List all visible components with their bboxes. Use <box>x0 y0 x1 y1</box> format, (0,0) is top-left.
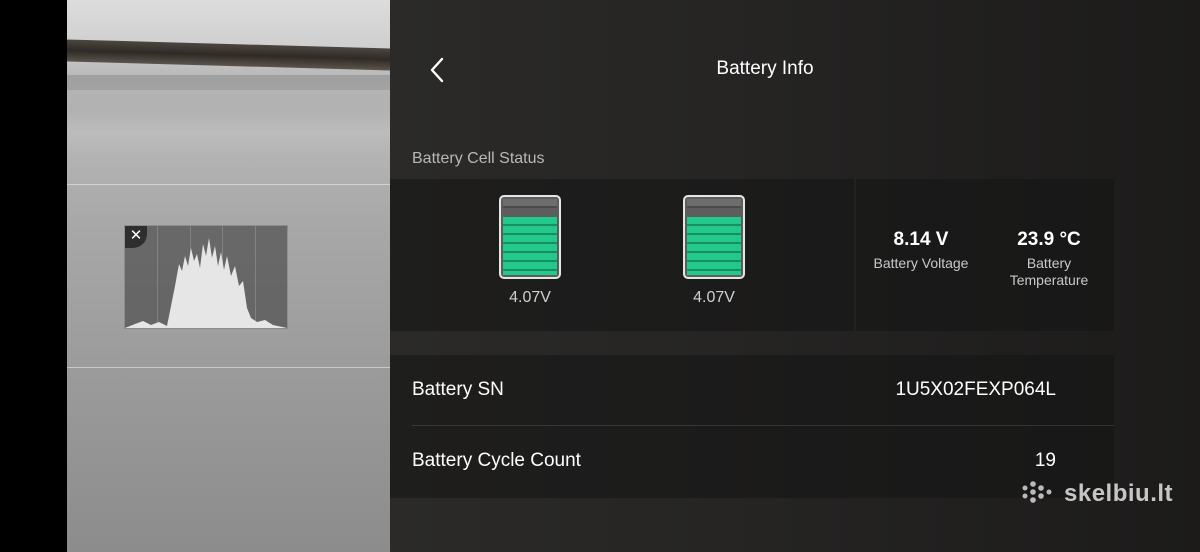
battery-stats-card: 8.14 V Battery Voltage 23.9 °C Battery T… <box>856 179 1114 331</box>
camera-floor <box>67 90 390 160</box>
histogram-widget[interactable]: ✕ <box>124 225 288 329</box>
camera-preview: ✕ <box>67 0 390 552</box>
cell-status-card: 4.07V 4.07V <box>390 179 854 331</box>
voltage-label: Battery Voltage <box>873 255 969 271</box>
watermark-logo-icon <box>1022 481 1052 503</box>
grid-line-bottom <box>67 367 390 368</box>
grid-line-top <box>67 184 390 185</box>
battery-sn-value: 1U5X02FEXP064L <box>895 379 1056 400</box>
battery-cell-icon <box>499 195 561 279</box>
battery-sn-label: Battery SN <box>412 379 504 400</box>
battery-cell-2: 4.07V <box>681 195 747 307</box>
cycle-count-value: 19 <box>1034 450 1056 471</box>
temperature-stat: 23.9 °C Battery Temperature <box>994 229 1104 289</box>
temperature-label-line1: Battery <box>1026 255 1072 271</box>
histogram-graph <box>125 238 287 328</box>
battery-cell-fill <box>687 217 741 275</box>
watermark-text: skelbiu.lt <box>1064 480 1174 507</box>
voltage-stat: 8.14 V Battery Voltage <box>866 229 976 272</box>
temperature-label-line2: Temperature <box>1009 272 1089 288</box>
cycle-count-row: Battery Cycle Count 19 <box>390 426 1114 497</box>
temperature-value: 23.9 °C <box>1017 229 1081 250</box>
cycle-count-label: Battery Cycle Count <box>412 450 581 471</box>
cell-status-label: Battery Cell Status <box>412 150 545 167</box>
cell-voltage: 4.07V <box>693 289 735 306</box>
voltage-value: 8.14 V <box>893 229 949 250</box>
battery-cell-1: 4.07V <box>497 195 563 307</box>
page-title: Battery Info <box>716 58 814 79</box>
battery-cell-fill <box>503 217 557 275</box>
battery-cell-icon <box>683 195 745 279</box>
cell-voltage: 4.07V <box>509 289 551 306</box>
battery-details-card: Battery SN 1U5X02FEXP064L Battery Cycle … <box>390 355 1114 498</box>
battery-sn-row: Battery SN 1U5X02FEXP064L <box>390 355 1114 426</box>
